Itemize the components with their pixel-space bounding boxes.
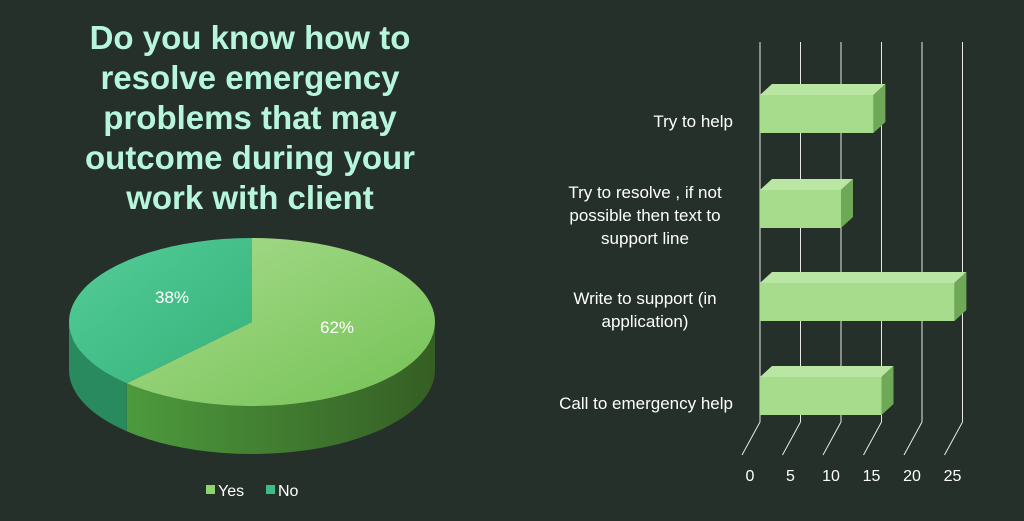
x-tick-label: 25 xyxy=(944,468,962,485)
floor-gridline xyxy=(782,421,801,456)
x-tick-label: 0 xyxy=(746,468,755,485)
category-label: Call to emergency help xyxy=(559,394,733,413)
x-tick-label: 10 xyxy=(822,468,840,485)
bar-top xyxy=(760,84,886,95)
bar-top xyxy=(760,179,853,190)
x-tick-label: 5 xyxy=(786,468,795,485)
bar xyxy=(760,283,955,321)
category-label: Try to resolve , if not xyxy=(568,183,722,202)
bar-top xyxy=(760,272,967,283)
floor-gridline xyxy=(903,421,923,456)
floor-gridline xyxy=(741,421,761,456)
category-label: application) xyxy=(602,312,689,331)
floor-gridline xyxy=(822,421,842,456)
category-label: possible then text to xyxy=(569,206,720,225)
bar-top xyxy=(760,366,894,377)
category-label: Try to help xyxy=(653,112,733,131)
floor-gridline xyxy=(944,421,963,456)
x-tick-label: 20 xyxy=(903,468,921,485)
bar xyxy=(760,190,841,228)
bar-chart: 0 5 10 15 20 25 Try to help Try to resolve , if… xyxy=(559,42,967,485)
category-label: Write to support (in xyxy=(573,289,716,308)
bar xyxy=(760,377,882,415)
bar xyxy=(760,95,874,133)
category-label: support line xyxy=(601,229,689,248)
floor-gridline xyxy=(863,421,882,456)
x-tick-label: 15 xyxy=(863,468,881,485)
